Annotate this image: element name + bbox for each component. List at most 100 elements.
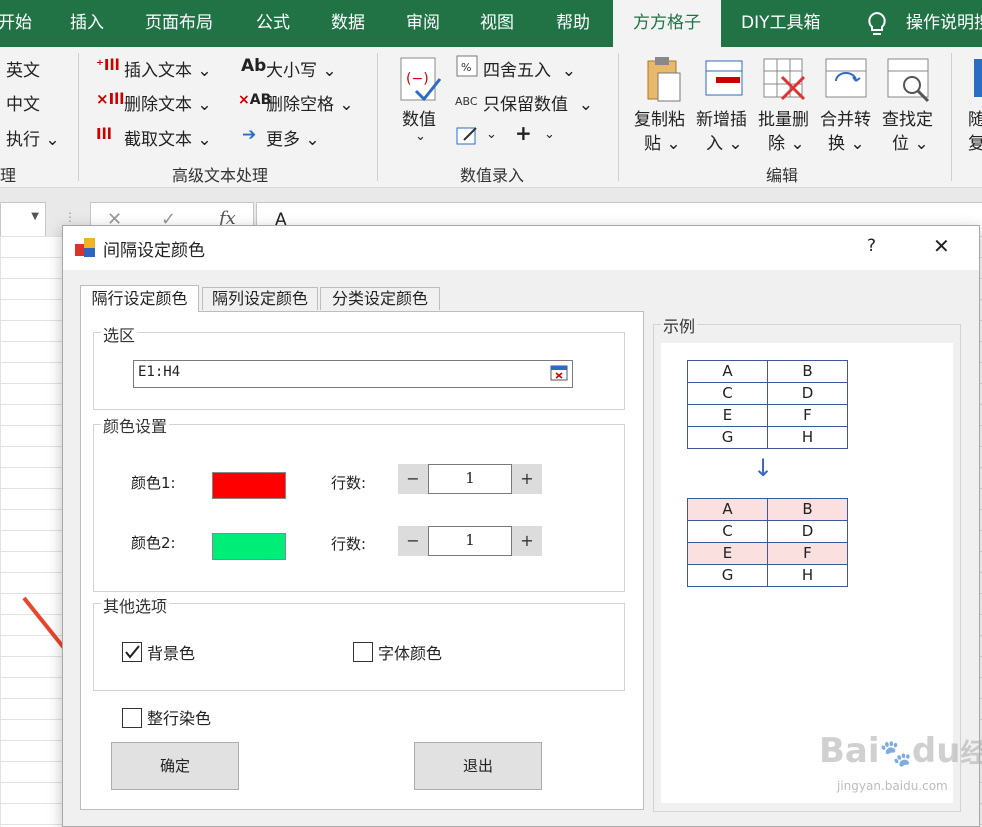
- insert-text-button[interactable]: 插入文本 ⌄: [124, 56, 212, 81]
- rows-label: 行数:: [331, 535, 367, 553]
- find-locate-button-line2[interactable]: 位 ⌄: [892, 129, 929, 154]
- tab-category-color[interactable]: 分类设定颜色: [320, 287, 440, 310]
- batch-delete-button[interactable]: 批量删: [758, 105, 809, 130]
- color1-label: 颜色1:: [131, 474, 176, 492]
- dialog-title: 间隔设定颜色: [103, 241, 205, 261]
- exit-button[interactable]: 退出: [414, 742, 542, 790]
- table-cell: A: [687, 360, 768, 383]
- tab-home[interactable]: 开始: [0, 0, 32, 47]
- row-count-2-decrement[interactable]: −: [398, 526, 428, 556]
- tab-column-color[interactable]: 隔列设定颜色: [202, 287, 318, 310]
- row-count-2-input[interactable]: 1: [428, 526, 512, 556]
- help-button[interactable]: ?: [867, 236, 876, 256]
- table-cell: H: [767, 426, 848, 449]
- add-insert-button-line2[interactable]: 入 ⌄: [706, 129, 743, 154]
- insert-text-icon: ⁺Ill: [96, 56, 120, 74]
- example-after-table: AB CD EF GH: [687, 498, 848, 587]
- english-button[interactable]: 英文: [6, 56, 40, 81]
- tab-row-color[interactable]: 隔行设定颜色: [80, 285, 199, 312]
- find-locate-button[interactable]: 查找定: [882, 105, 933, 130]
- color-settings-label: 颜色设置: [101, 413, 170, 437]
- ok-button[interactable]: 确定: [111, 742, 239, 790]
- chevron-down-icon[interactable]: ⌄: [544, 127, 555, 142]
- arrow-down-icon: ↓: [753, 454, 774, 482]
- example-panel: AB CD EF GH ↓ AB CD EF GH Bai🐾du经验 jingy…: [661, 343, 982, 803]
- grip-icon[interactable]: ⋮: [64, 210, 76, 224]
- tab-tell-me-search[interactable]: 操作说明搜: [906, 0, 982, 47]
- row-count-1-increment[interactable]: +: [512, 464, 542, 494]
- divider: [951, 53, 952, 181]
- batch-delete-icon: [763, 58, 806, 101]
- tab-page-layout[interactable]: 页面布局: [145, 0, 213, 47]
- batch-delete-button-line2[interactable]: 除 ⌄: [768, 129, 805, 154]
- merge-convert-icon: [825, 58, 867, 98]
- table-cell: G: [687, 426, 768, 449]
- number-value-button[interactable]: 数值: [402, 105, 436, 130]
- close-icon[interactable]: ✕: [933, 234, 950, 258]
- number-entry-group-label: 数值录入: [460, 166, 525, 185]
- tab-fangfanggezi[interactable]: 方方格子: [613, 0, 721, 47]
- table-cell: D: [767, 382, 848, 405]
- row-count-1-input[interactable]: 1: [428, 464, 512, 494]
- chinese-button[interactable]: 中文: [6, 90, 40, 115]
- tab-data[interactable]: 数据: [331, 0, 365, 47]
- lightbulb-icon: [868, 11, 886, 35]
- keep-number-button[interactable]: 只保留数值 ⌄: [483, 90, 593, 115]
- color2-swatch[interactable]: [212, 533, 286, 560]
- left-group-label: 理: [0, 166, 17, 185]
- table-cell: E: [687, 542, 768, 565]
- delete-text-button[interactable]: 删除文本 ⌄: [124, 90, 212, 115]
- whole-row-checkbox[interactable]: [122, 708, 142, 728]
- abc-icon: ABC: [455, 95, 478, 108]
- case-button[interactable]: 大小写 ⌄: [266, 56, 337, 81]
- tab-review[interactable]: 审阅: [406, 0, 440, 47]
- round-button[interactable]: 四舍五入 ⌄: [483, 56, 576, 81]
- other-options-label: 其他选项: [101, 593, 170, 617]
- copy-paste-button-line2[interactable]: 贴 ⌄: [644, 129, 681, 154]
- random-button[interactable]: 随: [968, 105, 982, 130]
- table-cell: G: [687, 564, 768, 587]
- chevron-down-icon[interactable]: ⌄: [486, 127, 497, 142]
- selection-input[interactable]: E1:H4: [133, 360, 573, 388]
- execute-button[interactable]: 执行 ⌄: [6, 125, 60, 150]
- tab-help[interactable]: 帮助: [556, 0, 590, 47]
- random-icon: [974, 59, 982, 97]
- round-icon: %: [456, 55, 478, 77]
- tab-view[interactable]: 视图: [480, 0, 514, 47]
- merge-convert-button[interactable]: 合并转: [820, 105, 871, 130]
- add-insert-button[interactable]: 新增插: [696, 105, 747, 130]
- row-count-1-decrement[interactable]: −: [398, 464, 428, 494]
- row-count-2-increment[interactable]: +: [512, 526, 542, 556]
- range-picker-icon[interactable]: [550, 364, 568, 382]
- more-button[interactable]: 更多 ⌄: [266, 125, 320, 150]
- delete-spaces-button[interactable]: 删除空格 ⌄: [266, 90, 354, 115]
- name-box[interactable]: ▼: [0, 202, 46, 240]
- edit-icon[interactable]: [456, 125, 480, 147]
- random-button-line2[interactable]: 复: [968, 129, 982, 154]
- tab-insert[interactable]: 插入: [70, 0, 104, 47]
- chevron-down-icon[interactable]: ▼: [31, 211, 39, 222]
- delete-text-icon: ×Ill: [96, 90, 125, 108]
- chevron-down-icon[interactable]: ⌄: [415, 129, 426, 144]
- baidu-watermark: Bai🐾du经验: [819, 731, 982, 771]
- whole-row-label: 整行染色: [147, 709, 212, 728]
- example-label: 示例: [661, 313, 698, 337]
- tab-formulas[interactable]: 公式: [256, 0, 290, 47]
- copy-paste-button[interactable]: 复制粘: [634, 105, 685, 130]
- ribbon: 英文 中文 执行 ⌄ 理 ⁺Ill 插入文本 ⌄ ×Ill 删除文本 ⌄ Ill…: [0, 47, 982, 188]
- extract-text-button[interactable]: 截取文本 ⌄: [124, 125, 212, 150]
- font-color-label: 字体颜色: [378, 644, 443, 663]
- advanced-text-group-label: 高级文本处理: [172, 166, 269, 185]
- interval-color-dialog: 间隔设定颜色 ? ✕ 隔行设定颜色 隔列设定颜色 分类设定颜色 选区 E1:H4…: [62, 225, 982, 827]
- plus-icon[interactable]: +: [515, 121, 532, 145]
- merge-convert-button-line2[interactable]: 换 ⌄: [828, 129, 865, 154]
- table-cell: E: [687, 404, 768, 427]
- arrow-right-icon: ➔: [242, 125, 257, 145]
- edit-group-label: 编辑: [766, 166, 799, 185]
- table-cell: C: [687, 382, 768, 405]
- background-color-checkbox[interactable]: [122, 642, 142, 662]
- tab-diy-toolbox[interactable]: DIY工具箱: [741, 0, 821, 47]
- color1-swatch[interactable]: [212, 472, 286, 499]
- table-cell: C: [687, 520, 768, 543]
- font-color-checkbox[interactable]: [353, 642, 373, 662]
